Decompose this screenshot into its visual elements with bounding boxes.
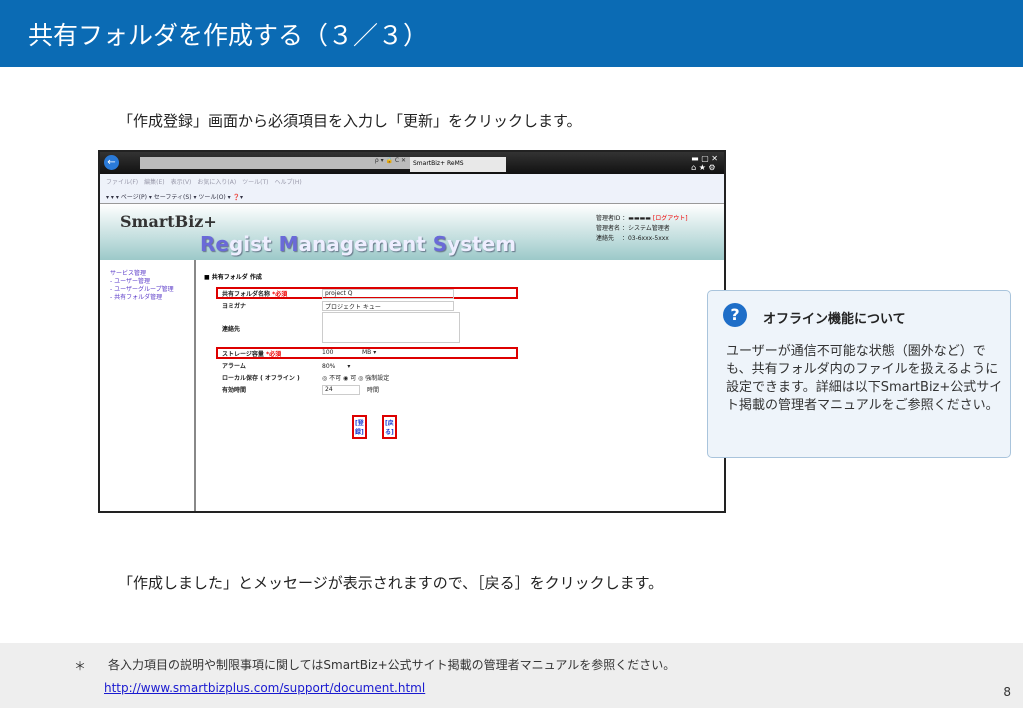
folder-name-input[interactable]: project Q [322,289,454,299]
offline-row: ローカル保存 ( オフライン ) ◎ 不可 ◉ 可 ◎ 強制設定 [222,373,522,385]
menu-bar[interactable]: ファイル(F) 編集(E) 表示(V) お気に入り(A) ツール(T) ヘルプ(… [100,174,724,188]
yomigana-input[interactable]: プロジェクト キュー [322,301,454,311]
field-label: ストレージ容量 [222,351,264,358]
question-icon: ? [723,303,747,327]
callout-title: オフライン機能について [763,312,906,327]
letter-s: S [432,232,448,256]
form-heading: ■ 共有フォルダ 作成 [204,274,262,281]
home-star-gear-icons[interactable]: ⌂ ★ ⚙ [691,163,716,172]
app-banner: SmartBiz+ Regist Management System 管理者ID… [100,204,724,260]
valid-time-row: 有効時間 24 時間 [222,385,522,397]
back-icon[interactable]: ← [104,155,119,170]
logout-link[interactable]: [ログアウト] [653,215,688,222]
required-mark: *必須 [272,291,288,298]
word-part: anagement [298,232,433,256]
field-label: 有効時間 [222,387,247,394]
sidebar-item-service[interactable]: サービス管理 [110,270,184,278]
sidebar: サービス管理 - ユーザー管理 - ユーザーグループ管理 - 共有フォルダ管理 [100,260,196,511]
contact-label: 連絡先 [596,235,615,242]
instruction-text-2: 「作成しました」とメッセージが表示されますので、［戻る］をクリックします。 [118,574,664,592]
field-label: ローカル保存 ( オフライン ) [222,375,300,382]
folder-name-row: 共有フォルダ名称 *必須 project Q [216,287,518,299]
admin-id-label: 管理者ID [596,215,621,222]
back-button[interactable]: [戻る] [382,415,397,439]
callout-body: ユーザーが通信不可能な状態（圏外など）でも、共有フォルダ内のファイルを扱えるよう… [726,344,1003,413]
instruction-text: 「作成登録」画面から必須項目を入力し「更新」をクリックします。 [118,112,582,130]
document-link[interactable]: http://www.smartbizplus.com/support/docu… [104,681,425,695]
browser-tab[interactable]: SmartBiz+ ReMS [410,157,506,172]
smartbiz-logo: SmartBiz+ [120,212,217,231]
storage-unit-select[interactable]: MB ▾ [362,349,376,356]
letter-r: Re [200,232,229,256]
address-bar[interactable]: ρ ▾ 🔒 C ✕ [140,157,410,169]
footnote-mark: ＊ [74,659,87,673]
admin-name-label: 管理者名 [596,225,621,232]
valid-time-input[interactable]: 24 [322,385,360,395]
admin-name: ：システム管理者 [621,225,670,232]
footnote-text: 各入力項目の説明や制限事項に関してはSmartBiz+公式サイト掲載の管理者マニ… [108,658,676,672]
word-part: ystem [447,232,517,256]
field-label: 連絡先 [222,326,241,333]
alarm-select[interactable]: 80% ▾ [322,361,350,370]
field-label: 共有フォルダ名称 [222,291,271,298]
browser-titlebar: ← ρ ▾ 🔒 C ✕ SmartBiz+ ReMS ▬ ▢ ✕ ⌂ ★ ⚙ [100,152,724,174]
contact-value: ：03-6xxx-5xxx [621,235,669,242]
field-label: アラーム [222,363,246,370]
alarm-row: アラーム 80% ▾ [222,361,522,373]
window-controls[interactable]: ▬ ▢ ✕ ⌂ ★ ⚙ [691,154,718,172]
sidebar-item-shared-folders[interactable]: - 共有フォルダ管理 [110,294,184,302]
slide-title: 共有フォルダを作成する（３／３） [0,0,1023,67]
browser-screenshot: ← ρ ▾ 🔒 C ✕ SmartBiz+ ReMS ▬ ▢ ✕ ⌂ ★ ⚙ ファ… [98,150,726,513]
required-mark: *必須 [265,351,282,358]
storage-row: ストレージ容量 *必須 100 MB ▾ [216,347,518,359]
window-controls-icons[interactable]: ▬ ▢ ✕ [691,154,718,163]
offline-radio-group[interactable]: ◎ 不可 ◉ 可 ◎ 強制設定 [322,373,389,382]
contact-textarea[interactable] [322,312,460,343]
command-bar[interactable]: ▾ ▾ ▾ ページ(P) ▾ セーフティ(S) ▾ ツール(O) ▾ ❓▾ [100,188,724,204]
field-label: ヨミガナ [222,303,247,310]
sidebar-item-users[interactable]: - ユーザー管理 [110,278,184,286]
register-button[interactable]: [登録] [352,415,367,439]
offline-info-callout: ? オフライン機能について ユーザーが通信不可能な状態（圏外など）でも、共有フォ… [707,290,1011,458]
system-name: Regist Management System [200,232,516,256]
sidebar-item-user-groups[interactable]: - ユーザーグループ管理 [110,286,184,294]
storage-input[interactable]: 100 [322,349,333,356]
page-number: 8 [1003,685,1011,699]
footer: ＊ 各入力項目の説明や制限事項に関してはSmartBiz+公式サイト掲載の管理者… [0,643,1023,708]
word-part: gist [228,232,279,256]
letter-m: M [278,232,299,256]
hours-unit: 時間 [367,387,380,394]
admin-info: 管理者ID ：▬▬▬▬ [ログアウト] 管理者名 ：システム管理者 連絡先 ：0… [596,215,688,242]
